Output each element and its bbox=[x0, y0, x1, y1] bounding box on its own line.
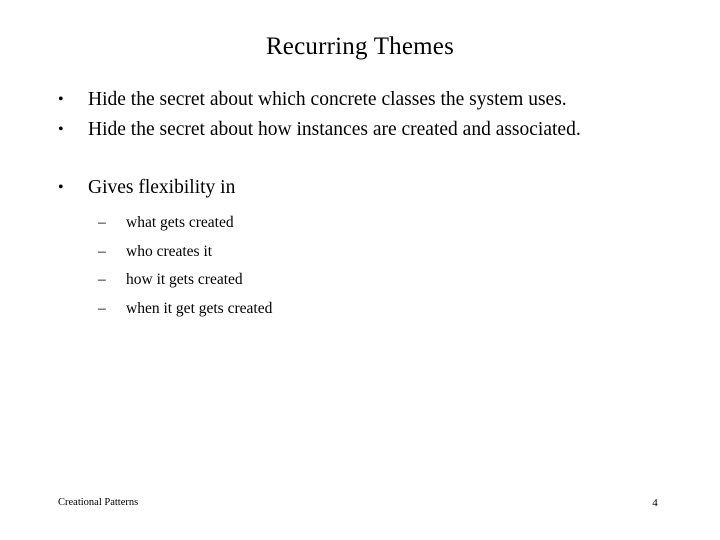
slide-title: Recurring Themes bbox=[265, 33, 455, 60]
bullet-text: Hide the secret about which concrete cla… bbox=[88, 89, 567, 110]
bullet-item: • Gives flexibility in bbox=[50, 173, 674, 203]
presentation-slide: Recurring Themes • Hide the secret about… bbox=[0, 0, 720, 540]
slide-body: • Hide the secret about which concrete c… bbox=[50, 85, 674, 323]
sub-bullet-text: how it gets created bbox=[126, 271, 243, 288]
slide-footer: Creational Patterns 4 bbox=[0, 495, 720, 515]
bullet-dash-icon: – bbox=[98, 271, 106, 288]
bullet-dot-icon: • bbox=[58, 91, 64, 108]
bullet-text: Hide the secret about how instances are … bbox=[88, 119, 581, 140]
bullet-dash-icon: – bbox=[98, 299, 106, 317]
bullet-dot-icon: • bbox=[58, 179, 64, 196]
footer-label: Creational Patterns bbox=[58, 497, 139, 508]
sub-bullet-item: – how it gets created bbox=[50, 266, 674, 295]
sub-bullet-item: – who creates it bbox=[50, 238, 674, 267]
bullet-item: • Hide the secret about how instances ar… bbox=[50, 115, 674, 145]
sub-bullet-text: who creates it bbox=[126, 242, 213, 260]
bullet-dash-icon: – bbox=[98, 242, 106, 260]
bullet-group-spacer bbox=[50, 145, 674, 173]
bullet-dash-icon: – bbox=[98, 214, 106, 231]
bullet-text: Gives flexibility in bbox=[88, 177, 236, 198]
slide-number: 4 bbox=[652, 497, 658, 509]
sub-bullet-text: what gets created bbox=[126, 214, 234, 231]
sub-bullet-item: – what gets created bbox=[50, 209, 674, 238]
bullet-list-primary: • Hide the secret about which concrete c… bbox=[50, 85, 674, 323]
sub-bullet-item: – when it get gets created bbox=[50, 295, 674, 324]
sub-bullet-text: when it get gets created bbox=[126, 299, 273, 317]
bullet-dot-icon: • bbox=[58, 121, 64, 138]
bullet-list-secondary: – what gets created – who creates it – h… bbox=[50, 209, 674, 323]
bullet-item: • Hide the secret about which concrete c… bbox=[50, 85, 674, 115]
